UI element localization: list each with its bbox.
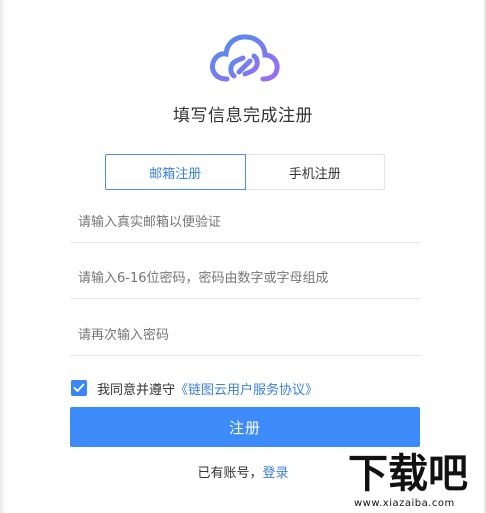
watermark-logo: 下载吧	[348, 451, 468, 497]
register-tabs: 邮箱注册 手机注册	[105, 154, 385, 190]
service-agreement-link[interactable]: 《链图云用户服务协议》	[175, 379, 318, 398]
window-left-edge	[0, 0, 6, 513]
email-input[interactable]	[70, 203, 420, 241]
page-title: 填写信息完成注册	[173, 106, 313, 126]
password-field-container	[70, 259, 420, 299]
agree-text: 我同意并遵守	[97, 382, 176, 398]
checkmark-icon	[73, 383, 85, 392]
watermark-url: www.xiazaiba.com	[354, 498, 455, 509]
confirm-password-input[interactable]	[70, 316, 420, 354]
register-button[interactable]: 注册	[70, 407, 420, 447]
email-field-container	[70, 203, 420, 243]
tab-phone-register[interactable]: 手机注册	[245, 154, 385, 190]
agree-checkbox[interactable]	[71, 380, 87, 396]
agreement-row: 我同意并遵守 《链图云用户服务协议》	[71, 378, 318, 398]
tab-email-register[interactable]: 邮箱注册	[105, 154, 246, 190]
password-input[interactable]	[70, 259, 420, 297]
login-link[interactable]: 登录	[263, 466, 289, 481]
confirm-password-field-container	[70, 316, 420, 356]
cloud-link-logo-icon	[210, 34, 280, 82]
have-account-text: 已有账号，	[197, 466, 263, 481]
